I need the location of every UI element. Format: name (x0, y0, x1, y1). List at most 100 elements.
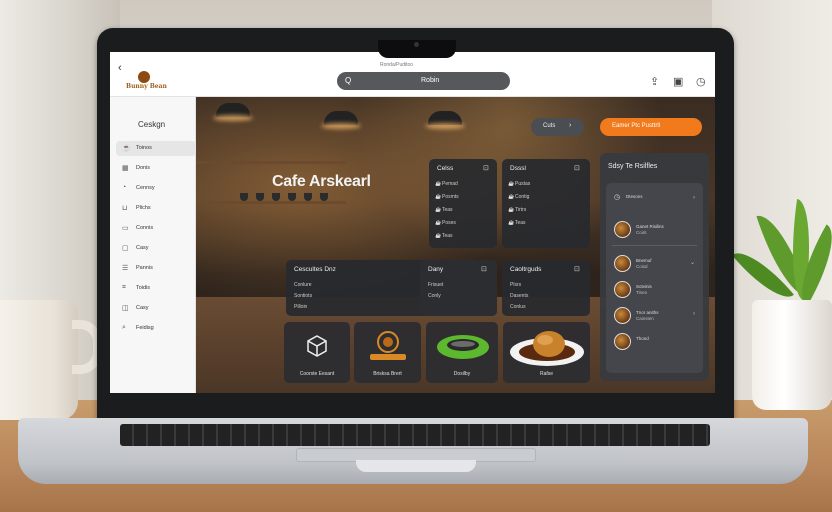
history-icon[interactable]: ◷ (696, 75, 706, 88)
tabs-icon[interactable]: ▣ (673, 75, 683, 88)
card-title: Dsssl (510, 165, 526, 172)
sidebar-item-1[interactable]: ☕ Toinos (116, 141, 196, 156)
list-item[interactable]: Pilloin (294, 304, 307, 310)
sidebar-item-label: Connis (136, 225, 154, 231)
laptop-front-lip (356, 460, 476, 472)
sidebar-item-5[interactable]: ▭ Connis (116, 221, 196, 236)
menu-card-caoltrguds[interactable]: Caoltrguds ⊡ Plsrs Dasents Conlus (502, 260, 590, 316)
bag-icon: ◫ (122, 305, 129, 312)
list-icon: ☰ (122, 265, 129, 272)
menu-card-dany[interactable]: Dany ⊡ Frisuet Conly (420, 260, 497, 316)
tile-label: Brisksa Brert (373, 371, 402, 377)
brand-logo-icon (138, 71, 150, 83)
tile-label: Coorste Eesant (299, 371, 335, 377)
list-item[interactable]: Conlus (510, 304, 526, 310)
plate-food-icon (510, 331, 584, 366)
plate-dish-icon (437, 335, 489, 359)
camera-icon (414, 42, 419, 47)
share-icon[interactable]: ⇪ (650, 75, 659, 88)
page-url-hint: Ronda/Puditoo (380, 62, 414, 68)
product-tile-4[interactable]: Rafse (503, 322, 590, 383)
list-item[interactable]: Frisuet (428, 282, 443, 288)
list-item[interactable]: Sotvinis Tinen (606, 279, 703, 301)
sidebar-item-label: Casy (136, 245, 149, 251)
list-item-header[interactable]: ◷ Dtesons › (606, 189, 703, 211)
clock-icon: ◷ (614, 194, 621, 201)
browser-toolbar: ‹ Bunny Bean Ronda/Puditoo Q Robin ⇪ ▣ ◷ (110, 52, 715, 97)
laptop-screen: ‹ Bunny Bean Ronda/Puditoo Q Robin ⇪ ▣ ◷… (110, 52, 715, 393)
chevron-down-icon: ⌄ (689, 260, 695, 266)
menu-card-celss[interactable]: Celss ⊡ ☕Pemad ☕Posmts ☕Teas ☕Poses ☕Tea… (429, 159, 497, 248)
sidebar-item-9[interactable]: ◫ Casy (116, 301, 196, 316)
sidebar-item-label: Cennsy (136, 185, 155, 191)
chevron-right-icon: › (569, 122, 572, 129)
sidebar-item-2[interactable]: ▦ Donis (116, 161, 196, 176)
card-title: Dany (428, 266, 444, 273)
sidebar: Ceskgn ☕ Toinos ▦ Donis ◔ Cennsy ⊔ Plich… (110, 97, 196, 393)
list-item[interactable]: ☕Teas (508, 220, 526, 226)
sidebar-item-4[interactable]: ⊔ Plichs (116, 201, 196, 216)
list-item[interactable]: Thond (606, 331, 703, 353)
sidebar-item-10[interactable]: ⌕ Feidisg (116, 321, 196, 336)
sidebar-item-label: Casy (136, 305, 149, 311)
search-input[interactable]: Q Robin (337, 72, 510, 90)
product-tile-2[interactable]: Brisksa Brert (354, 322, 421, 383)
menu-card-dsssl[interactable]: Dsssl ⊡ ☕Pustas ☕Contig ☕Tirtrs ☕Teas (502, 159, 590, 248)
coffee-mug (0, 300, 78, 420)
list-item[interactable]: ☕Teas (435, 207, 453, 213)
search-icon: Q (345, 76, 352, 85)
food-thumbnail (614, 307, 631, 324)
cup-icon: ⊔ (122, 205, 128, 212)
brand-logo[interactable]: Bunny Bean (126, 71, 167, 95)
list-item[interactable]: ☕Teas (435, 233, 453, 239)
sidebar-item-6[interactable]: ▢ Casy (116, 241, 196, 256)
coffee-icon: ☕ (122, 145, 131, 152)
cuts-button[interactable]: Cuts › (531, 118, 584, 136)
list-item[interactable]: Conlure (294, 282, 312, 288)
list-item[interactable]: ☕Contig (508, 194, 529, 200)
list-item[interactable]: ☕Tirtrs (508, 207, 526, 213)
list-item[interactable]: Sontiots (294, 293, 312, 299)
product-tile-1[interactable]: Coorste Eesant (284, 322, 350, 383)
list-item[interactable]: ☕Pemad (435, 181, 458, 187)
list-item[interactable]: Ganet Risilins Coirit (606, 219, 703, 241)
brand-logo-icon (370, 331, 406, 360)
list-item[interactable]: Bnemuf Coisd ⌄ (606, 253, 703, 275)
sidebar-item-7[interactable]: ☰ Pannis (116, 261, 196, 276)
list-item[interactable]: ☕Posmts (435, 194, 459, 200)
sidebar-item-label: Toinos (136, 145, 152, 151)
list-item[interactable]: Conly (428, 293, 441, 299)
card-title: Cescultes Dnz (294, 266, 336, 273)
food-thumbnail (614, 333, 631, 350)
grid-icon: ▦ (122, 165, 129, 172)
food-thumbnail (614, 281, 631, 298)
search-icon: ⌕ (122, 324, 126, 331)
list-item[interactable]: ☕Poses (435, 220, 456, 226)
order-button[interactable]: Eamer Ptc Pusttrll (600, 118, 702, 136)
food-thumbnail (614, 255, 631, 272)
tile-label: Rafse (539, 371, 554, 377)
food-thumbnail (614, 221, 631, 238)
search-value: Robin (421, 77, 440, 84)
product-tile-3[interactable]: Dosilby (426, 322, 498, 383)
card-title: Caoltrguds (510, 266, 542, 273)
sidebar-item-label: Plichs (136, 205, 151, 211)
bag-icon: ⊡ (483, 165, 489, 172)
tag-icon: ⌗ (122, 284, 126, 291)
list-item[interactable]: ☕Pustas (508, 181, 530, 187)
sidebar-title: Ceskgn (138, 120, 166, 129)
list-item[interactable]: Tnor aniths Cainsten › (606, 305, 703, 327)
back-button[interactable]: ‹ (118, 62, 122, 74)
sidebar-item-label: Pannis (136, 265, 153, 271)
sidebar-item-label: Toidis (136, 285, 151, 291)
main-content: Cafe Arskearl Cuts › Eamer Ptc Pusttrll … (196, 97, 715, 393)
plant-pot (752, 300, 832, 410)
chevron-right-icon: › (693, 195, 695, 201)
sidebar-item-3[interactable]: ◔ Cennsy (116, 181, 196, 196)
list-item[interactable]: Dasents (510, 293, 528, 299)
sidebar-item-8[interactable]: ⌗ Toidis (116, 281, 196, 296)
panel-title: Sdsy Te Rsilfles (608, 163, 658, 170)
list-item[interactable]: Plsrs (510, 282, 521, 288)
sidebar-item-label: Donis (136, 165, 151, 171)
clock-icon: ◔ (122, 184, 127, 191)
